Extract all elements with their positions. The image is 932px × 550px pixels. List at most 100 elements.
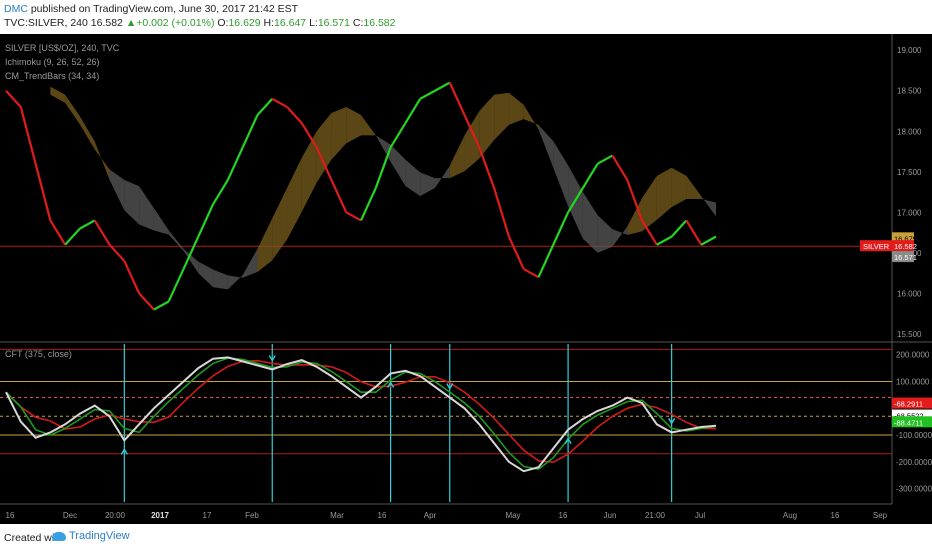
x-axis-label: 21:00 [645,511,666,520]
last-price: 16.582 [90,17,123,29]
price-segment[interactable] [597,154,613,165]
price-segment[interactable] [478,147,496,189]
price-segment[interactable] [448,82,466,116]
price-segment[interactable] [138,292,155,311]
price-segment[interactable] [123,260,141,294]
main-y-tick: 15.500 [897,330,922,339]
price-segment[interactable] [670,219,688,238]
price-segment[interactable] [19,106,37,164]
price-segment[interactable] [108,243,126,262]
price-segment[interactable] [93,219,111,246]
up-arrow-icon: ▲ [125,17,137,29]
ichimoku-cloud-segment [168,230,184,251]
price-segment[interactable] [330,179,348,213]
ichimoku-cloud-segment [124,179,140,225]
price-segment[interactable] [359,187,377,221]
price-segment[interactable] [581,163,599,189]
close-value: 16.582 [363,17,396,29]
price-segment[interactable] [49,219,67,246]
cft-y-tick: -300.0000 [896,485,932,494]
price-segment[interactable] [685,219,703,246]
time-axis[interactable]: 16 Dec 20:00 2017 17 Feb Mar 16 Apr May 16 Jun 21:00… [6,511,888,520]
cft-y-tick: 100.0000 [896,377,930,386]
chart-svg[interactable]: 19.00018.50018.00017.50017.00016.50016.0… [0,34,932,524]
price-segment[interactable] [656,235,673,246]
author-link[interactable]: DMC [4,3,28,15]
ichimoku-cloud-segment [656,167,672,220]
ichimoku-cloud-segment [701,196,716,217]
main-y-tick: 17.000 [897,208,922,217]
close-label: C: [352,17,364,29]
price-segment[interactable] [271,97,288,108]
ichimoku-cloud-segment [434,165,450,188]
ichimoku-cloud-segment [65,94,80,125]
ichimoku-cloud-segment [361,115,376,136]
cft-y-tick: 200.0000 [896,351,930,360]
price-segment[interactable] [537,244,555,278]
ichimoku-cloud-segment [50,86,66,103]
price-segment[interactable] [226,147,244,181]
cft-signal-green [5,357,717,471]
legend-line-1[interactable]: Ichimoku (9, 26, 52, 26) [5,57,100,67]
ichimoku-cloud-segment [331,106,347,160]
price-segment[interactable] [167,268,185,302]
x-axis-label: Jun [604,511,617,520]
price-segment[interactable] [374,147,392,189]
price-segment[interactable] [241,114,259,148]
price-segment[interactable] [153,300,170,311]
x-axis-label: Jul [695,511,705,520]
price-segment[interactable] [552,211,570,246]
price-segment[interactable] [700,235,717,246]
x-axis-label: 2017 [151,511,169,520]
price-segment[interactable] [79,219,96,230]
tag-last-price: 16.582 [894,242,917,251]
price-segment[interactable] [5,89,22,108]
tag-low-text: 16.571 [894,253,917,262]
price-segment[interactable] [507,236,525,270]
cft-legend[interactable]: CFT (375, close) [5,349,72,359]
cft-pane[interactable]: 200.0000 100.0000 -100.0000 -200.0000 -300.0… [0,344,932,502]
price-segment[interactable] [197,203,215,238]
ichimoku-cloud-segment [553,141,569,207]
price-scale[interactable] [892,34,932,524]
price-segment[interactable] [345,211,362,222]
ichimoku-cloud-segment [671,167,687,208]
price-segment[interactable] [434,81,451,92]
ichimoku-cloud-segment [257,218,273,272]
price-segment[interactable] [523,268,540,279]
price-segment[interactable] [404,98,422,124]
ichimoku-cloud-segment [494,92,509,140]
legend-line-2[interactable]: CM_TrendBars (34, 34) [5,71,99,81]
x-axis-label: 16 [378,511,387,520]
price-segment[interactable] [611,155,629,181]
ichimoku-cloud-segment [523,104,539,130]
price-segment[interactable] [64,227,81,246]
tradingview-logo[interactable]: TradingView [52,530,130,542]
price-change: +0.002 (+0.01%) [136,17,215,29]
ichimoku-cloud-segment [508,92,524,125]
ichimoku-cloud-segment [686,175,702,199]
chart-area[interactable]: 19.00018.50018.00017.50017.00016.50016.0… [0,34,932,524]
x-axis-label: Apr [424,511,437,520]
price-segment[interactable] [286,106,303,124]
main-y-tick: 18.000 [897,127,922,136]
price-segment[interactable] [256,98,274,116]
ichimoku-cloud-segment [375,135,391,162]
published-text: published on TradingView.com, June 30, 2… [30,3,298,15]
main-pane[interactable]: 19.00018.50018.00017.50017.00016.50016.0… [0,46,922,339]
x-axis-label: 16 [831,511,840,520]
price-segment[interactable] [212,179,229,205]
ichimoku-cloud-segment [316,113,332,183]
x-axis-label: Sep [873,511,888,520]
ichimoku-cloud-segment [153,208,169,235]
price-segment[interactable] [389,122,407,149]
x-axis-label: 17 [203,511,212,520]
main-y-tick: 16.000 [897,289,922,298]
price-segment[interactable] [419,89,436,100]
legend-line-0[interactable]: SILVER [US$/OZ], 240, TVC [5,43,120,53]
price-segment[interactable] [34,163,52,221]
ichimoku-cloud-segment [109,169,125,211]
cloud-icon [52,531,66,541]
main-y-tick: 19.000 [897,46,922,55]
price-segment[interactable] [493,187,510,237]
